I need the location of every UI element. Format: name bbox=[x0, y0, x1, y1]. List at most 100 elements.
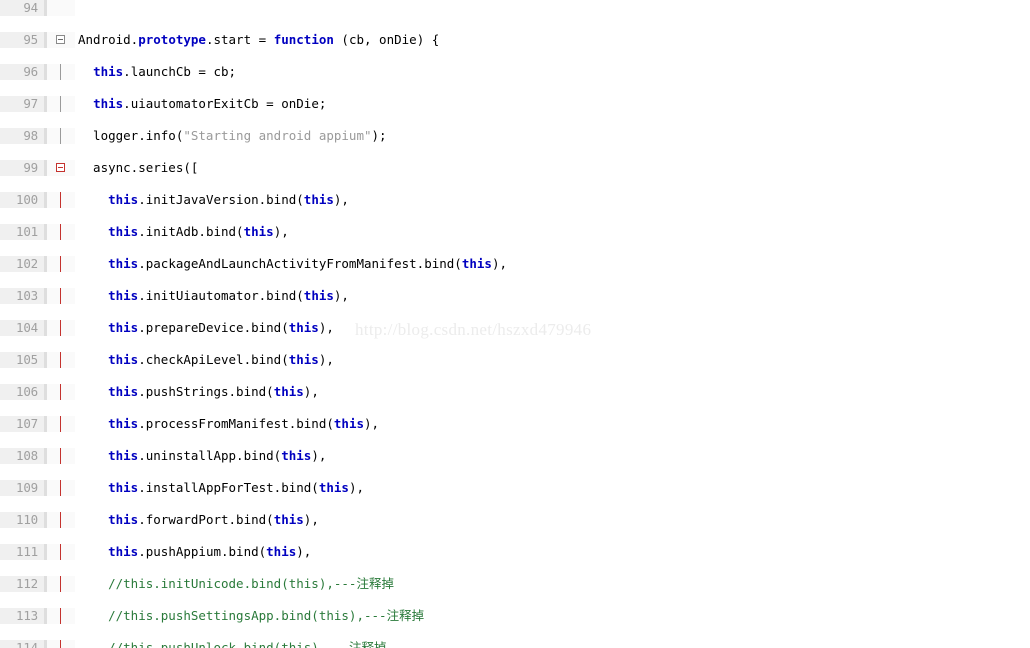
code-token-pln: ), bbox=[333, 192, 349, 207]
code-line[interactable]: 105 this.checkApiLevel.bind(this), bbox=[0, 352, 1030, 368]
fold-column[interactable] bbox=[47, 288, 75, 304]
code-token-pln bbox=[78, 448, 108, 463]
line-number: 94 bbox=[0, 0, 44, 16]
fold-column[interactable] bbox=[47, 608, 75, 624]
block-guide-line bbox=[60, 192, 61, 208]
code-token-pln bbox=[78, 480, 108, 495]
fold-column[interactable] bbox=[47, 32, 75, 48]
fold-collapse-icon[interactable] bbox=[56, 163, 65, 172]
code-line[interactable]: 100 this.initJavaVersion.bind(this), bbox=[0, 192, 1030, 208]
code-text[interactable]: this.installAppForTest.bind(this), bbox=[78, 480, 364, 496]
code-line[interactable]: 101 this.initAdb.bind(this), bbox=[0, 224, 1030, 240]
code-token-pln: .start = bbox=[205, 32, 274, 47]
code-token-pln: .pushAppium.bind( bbox=[138, 544, 267, 559]
fold-column[interactable] bbox=[47, 128, 75, 144]
code-line[interactable]: 95 Android.prototype.start = function (cb… bbox=[0, 32, 1030, 48]
code-line[interactable]: 106 this.pushStrings.bind(this), bbox=[0, 384, 1030, 400]
fold-column[interactable] bbox=[47, 64, 75, 80]
code-line[interactable]: 99 async.series([ bbox=[0, 160, 1030, 176]
code-text[interactable]: this.initUiautomator.bind(this), bbox=[78, 288, 349, 304]
fold-column[interactable] bbox=[47, 512, 75, 528]
fold-column[interactable] bbox=[47, 576, 75, 592]
code-token-pln: .prepareDevice.bind( bbox=[138, 320, 289, 335]
code-text[interactable]: //this.pushSettingsApp.bind(this),---注释掉 bbox=[78, 608, 424, 624]
code-text[interactable]: async.series([ bbox=[78, 160, 198, 176]
fold-column[interactable] bbox=[47, 0, 75, 16]
code-token-pln bbox=[78, 192, 108, 207]
fold-column[interactable] bbox=[47, 224, 75, 240]
code-line[interactable]: 102 this.packageAndLaunchActivityFromMan… bbox=[0, 256, 1030, 272]
code-line[interactable]: 104 this.prepareDevice.bind(this), bbox=[0, 320, 1030, 336]
line-number: 110 bbox=[0, 512, 44, 528]
fold-column[interactable] bbox=[47, 544, 75, 560]
fold-column[interactable] bbox=[47, 320, 75, 336]
fold-column[interactable] bbox=[47, 416, 75, 432]
fold-column[interactable] bbox=[47, 352, 75, 368]
code-token-kw: this bbox=[461, 256, 492, 271]
code-line[interactable]: 110 this.forwardPort.bind(this), bbox=[0, 512, 1030, 528]
fold-column[interactable] bbox=[47, 448, 75, 464]
code-line[interactable]: 98 logger.info("Starting android appium"… bbox=[0, 128, 1030, 144]
line-number: 101 bbox=[0, 224, 44, 240]
code-line[interactable]: 107 this.processFromManifest.bind(this), bbox=[0, 416, 1030, 432]
block-guide-line bbox=[60, 416, 61, 432]
code-text[interactable]: this.processFromManifest.bind(this), bbox=[78, 416, 379, 432]
code-text[interactable]: this.packageAndLaunchActivityFromManifes… bbox=[78, 256, 507, 272]
line-number: 96 bbox=[0, 64, 44, 80]
code-token-pln: .uiautomatorExitCb = onDie; bbox=[123, 96, 327, 111]
code-token-pln: .initUiautomator.bind( bbox=[138, 288, 304, 303]
code-text[interactable]: this.initAdb.bind(this), bbox=[78, 224, 289, 240]
fold-column[interactable] bbox=[47, 160, 75, 176]
code-token-kw: this bbox=[288, 352, 319, 367]
code-token-pln: ), bbox=[303, 384, 319, 399]
code-line[interactable]: 103 this.initUiautomator.bind(this), bbox=[0, 288, 1030, 304]
code-line[interactable]: 94 bbox=[0, 0, 1030, 16]
code-text[interactable]: Android.prototype.start = function (cb, … bbox=[78, 32, 439, 48]
code-text[interactable]: this.launchCb = cb; bbox=[78, 64, 236, 80]
code-line[interactable]: 111 this.pushAppium.bind(this), bbox=[0, 544, 1030, 560]
code-token-pln: .packageAndLaunchActivityFromManifest.bi… bbox=[138, 256, 462, 271]
code-text[interactable]: this.prepareDevice.bind(this), bbox=[78, 320, 334, 336]
code-text[interactable]: //this.pushUnlock.bind(this),---注释掉 bbox=[78, 640, 386, 648]
code-text[interactable]: this.uninstallApp.bind(this), bbox=[78, 448, 326, 464]
fold-column[interactable] bbox=[47, 256, 75, 272]
code-line[interactable]: 112 //this.initUnicode.bind(this),---注释掉 bbox=[0, 576, 1030, 592]
block-guide-line bbox=[60, 480, 61, 496]
code-token-pln: ), bbox=[348, 480, 365, 495]
code-text[interactable]: this.initJavaVersion.bind(this), bbox=[78, 192, 349, 208]
code-text[interactable]: this.checkApiLevel.bind(this), bbox=[78, 352, 334, 368]
block-guide-line bbox=[60, 288, 61, 304]
code-line[interactable]: 113 //this.pushSettingsApp.bind(this),--… bbox=[0, 608, 1030, 624]
code-text[interactable]: //this.initUnicode.bind(this),---注释掉 bbox=[78, 576, 394, 592]
fold-column[interactable] bbox=[47, 480, 75, 496]
code-line[interactable]: 109 this.installAppForTest.bind(this), bbox=[0, 480, 1030, 496]
code-token-kw: this bbox=[93, 64, 124, 79]
fold-collapse-icon[interactable] bbox=[56, 35, 65, 44]
fold-column[interactable] bbox=[47, 192, 75, 208]
code-line[interactable]: 114 //this.pushUnlock.bind(this),---注释掉 bbox=[0, 640, 1030, 648]
fold-column[interactable] bbox=[47, 640, 75, 648]
code-line[interactable]: 96 this.launchCb = cb; bbox=[0, 64, 1030, 80]
block-guide-line bbox=[60, 224, 61, 240]
code-token-pln: Android. bbox=[78, 32, 139, 47]
fold-column[interactable] bbox=[47, 384, 75, 400]
code-token-pln: ), bbox=[296, 544, 312, 559]
code-line[interactable]: 108 this.uninstallApp.bind(this), bbox=[0, 448, 1030, 464]
code-text[interactable]: this.forwardPort.bind(this), bbox=[78, 512, 319, 528]
code-token-kw: this bbox=[108, 192, 139, 207]
line-number: 111 bbox=[0, 544, 44, 560]
code-text[interactable]: this.pushAppium.bind(this), bbox=[78, 544, 311, 560]
code-token-pln bbox=[78, 544, 108, 559]
code-token-pln: async.series([ bbox=[78, 160, 199, 175]
code-text[interactable]: logger.info("Starting android appium"); bbox=[78, 128, 387, 144]
code-text[interactable]: this.uiautomatorExitCb = onDie; bbox=[78, 96, 326, 112]
code-editor[interactable]: http://blog.csdn.net/hszxd479946 94 95 And… bbox=[0, 0, 1030, 648]
code-token-pln bbox=[78, 416, 108, 431]
code-lines-container[interactable]: 94 95 Android.prototype.start = function (… bbox=[0, 0, 1030, 648]
code-token-pln: .pushStrings.bind( bbox=[138, 384, 274, 399]
code-token-kw: this bbox=[108, 384, 139, 399]
code-token-kw: this bbox=[93, 96, 124, 111]
code-text[interactable]: this.pushStrings.bind(this), bbox=[78, 384, 319, 400]
fold-column[interactable] bbox=[47, 96, 75, 112]
code-line[interactable]: 97 this.uiautomatorExitCb = onDie; bbox=[0, 96, 1030, 112]
